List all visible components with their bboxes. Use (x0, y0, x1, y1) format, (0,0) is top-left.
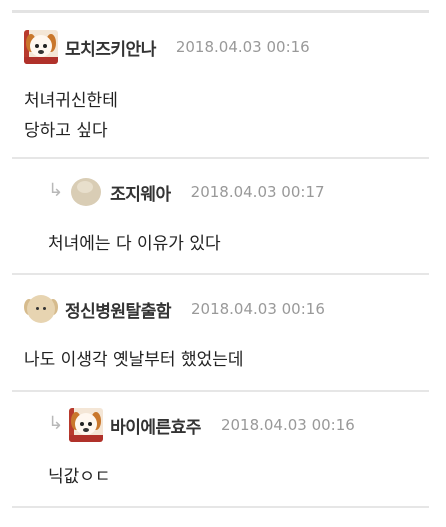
comment-nickname[interactable]: 모치즈키안나 (65, 35, 156, 60)
comment-list: 모치즈키안나 2018.04.03 00:16 처녀귀신한테 당하고 싶다 ↳ … (12, 10, 429, 508)
comment-date: 2018.04.03 00:17 (190, 183, 325, 201)
comment-header: ↳ 바이에른효주 2018.04.03 00:16 (48, 408, 355, 442)
comment-date: 2018.04.03 00:16 (220, 416, 355, 434)
reply-item: ↳ 조지웨아 2018.04.03 00:17 처녀에는 다 이유가 있다 (12, 159, 429, 275)
reply-arrow-icon: ↳ (48, 412, 64, 434)
comment-item: 모치즈키안나 2018.04.03 00:16 처녀귀신한테 당하고 싶다 (12, 13, 429, 159)
comment-line: 처녀에는 다 이유가 있다 (48, 234, 221, 254)
comment-date: 2018.04.03 00:16 (175, 38, 310, 56)
comment-item: 정신병원탈출함 2018.04.03 00:16 나도 이생각 옛날부터 했었는… (12, 275, 429, 392)
comment-body: 처녀에는 다 이유가 있다 (48, 229, 221, 259)
comment-nickname[interactable]: 정신병원탈출함 (65, 297, 171, 322)
avatar[interactable] (24, 30, 58, 64)
avatar[interactable] (69, 408, 104, 442)
avatar[interactable] (24, 292, 58, 326)
comment-line: 당하고 싶다 (24, 121, 108, 141)
comment-date: 2018.04.03 00:16 (190, 300, 325, 318)
reply-arrow-icon: ↳ (48, 179, 64, 201)
comment-body: 닉값ㅇㄷ (48, 462, 111, 492)
comment-header: 모치즈키안나 2018.04.03 00:16 (24, 30, 310, 64)
comment-header: ↳ 조지웨아 2018.04.03 00:17 (48, 175, 325, 209)
comment-nickname[interactable]: 조지웨아 (110, 180, 171, 205)
comment-header: 정신병원탈출함 2018.04.03 00:16 (24, 292, 325, 326)
comment-body: 처녀귀신한테 당하고 싶다 (24, 86, 118, 146)
avatar[interactable] (69, 175, 104, 209)
comment-body: 나도 이생각 옛날부터 했었는데 (24, 345, 244, 375)
reply-item: ↳ 바이에른효주 2018.04.03 00:16 닉값ㅇㄷ (12, 392, 429, 508)
comment-line: 나도 이생각 옛날부터 했었는데 (24, 350, 244, 370)
comment-nickname[interactable]: 바이에른효주 (110, 413, 201, 438)
comment-line: 처녀귀신한테 (24, 91, 118, 111)
comment-line: 닉값ㅇㄷ (48, 467, 111, 487)
